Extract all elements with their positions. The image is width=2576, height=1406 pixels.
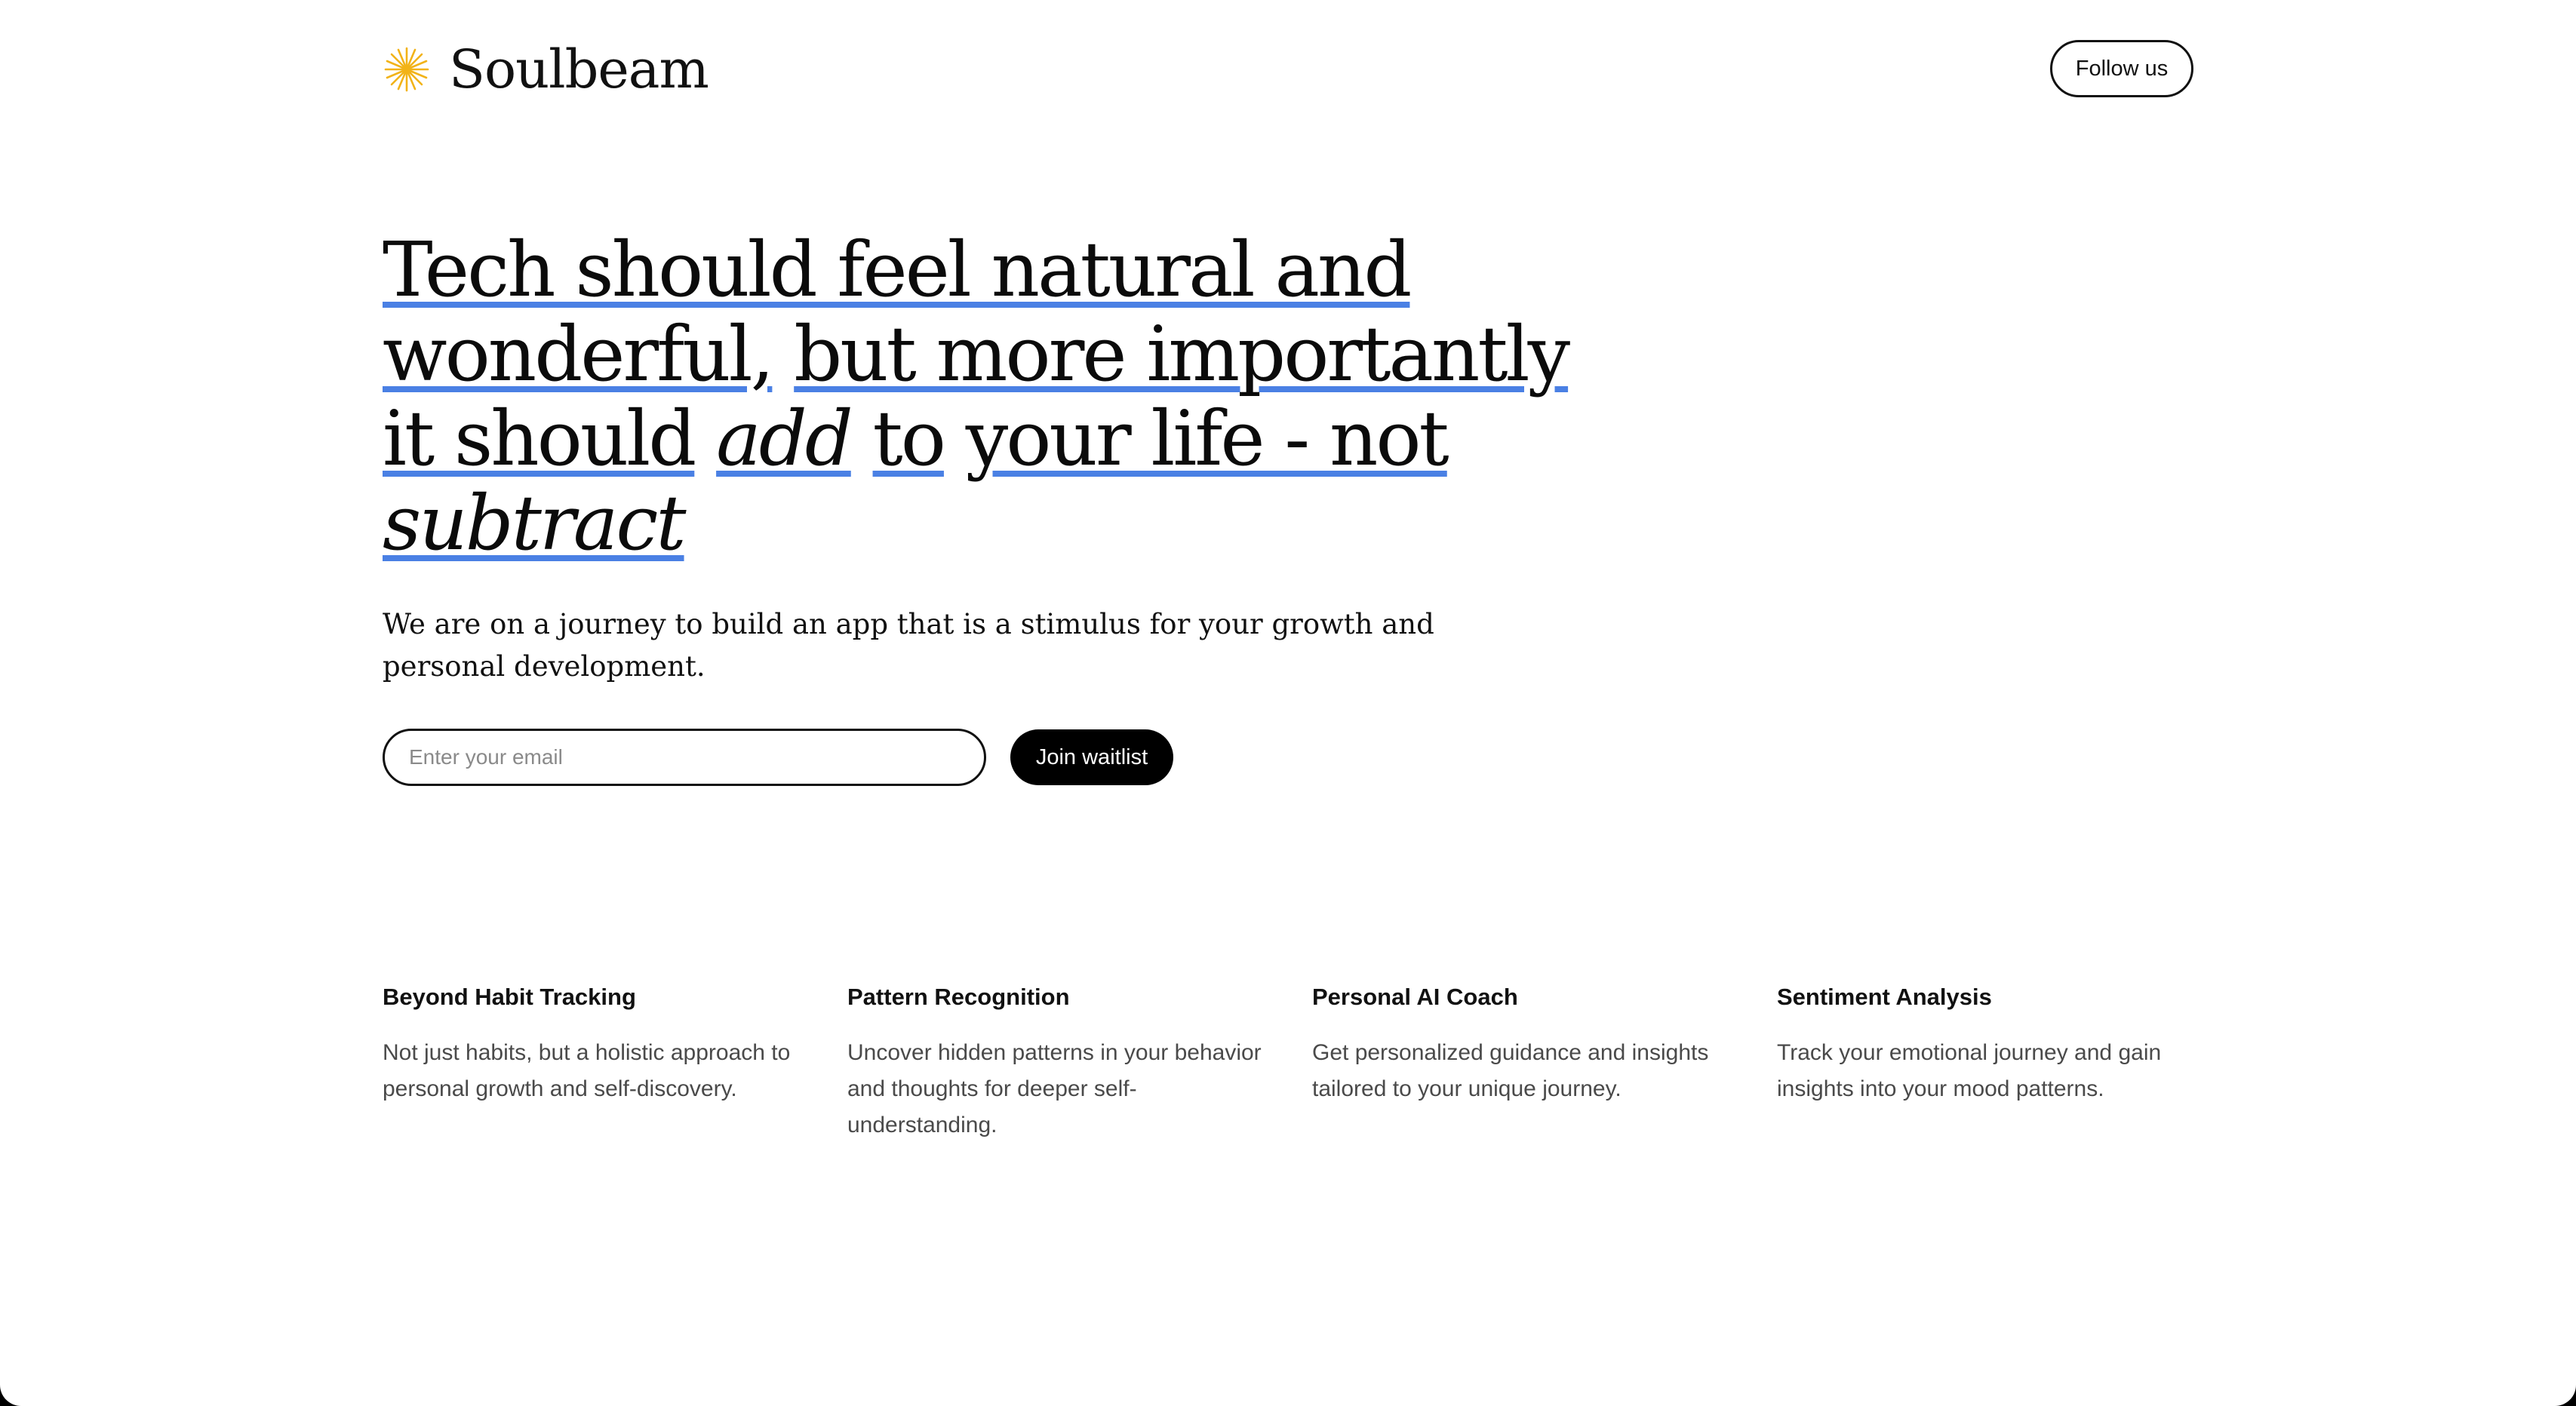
hero-title-emphasis-add: add xyxy=(716,394,853,483)
feature-card: Pattern Recognition Uncover hidden patte… xyxy=(847,981,1270,1144)
content-container: Soulbeam Follow us Tech should feel natu… xyxy=(383,0,2193,1406)
feature-description: Uncover hidden patterns in your behavior… xyxy=(847,1040,1262,1137)
hero-title: Tech should feel natural and wonderful, b… xyxy=(383,228,1605,566)
site-header: Soulbeam Follow us xyxy=(383,39,2193,100)
feature-title: Sentiment Analysis xyxy=(1777,984,1992,1010)
page: Soulbeam Follow us Tech should feel natu… xyxy=(0,0,2576,1406)
feature-card: Sentiment Analysis Track your emotional … xyxy=(1777,981,2199,1107)
hero-title-part: wonderful, xyxy=(383,310,774,398)
hero-title-part: to xyxy=(872,394,946,483)
features-section: Beyond Habit Tracking Not just habits, b… xyxy=(383,981,2193,1162)
feature-title: Personal AI Coach xyxy=(1312,984,1518,1010)
follow-us-button[interactable]: Follow us xyxy=(2050,40,2193,97)
hero-title-emphasis-subtract: subtract xyxy=(383,479,687,567)
hero-subtitle: We are on a journey to build an app that… xyxy=(383,608,1434,683)
email-input[interactable] xyxy=(383,729,986,786)
hero-title-part: subtract xyxy=(383,479,687,567)
feature-description: Not just habits, but a holistic approach… xyxy=(383,1040,791,1101)
join-waitlist-button[interactable]: Join waitlist xyxy=(1010,729,1173,785)
feature-description: Get personalized guidance and insights t… xyxy=(1312,1040,1709,1101)
feature-title: Beyond Habit Tracking xyxy=(383,984,636,1010)
feature-card: Personal AI Coach Get personalized guida… xyxy=(1312,981,1735,1107)
feature-title: Pattern Recognition xyxy=(847,984,1070,1010)
feature-description: Track your emotional journey and gain in… xyxy=(1777,1040,2162,1101)
sparkle-star-icon xyxy=(383,45,431,94)
feature-card: Beyond Habit Tracking Not just habits, b… xyxy=(383,981,805,1107)
hero-title-part: but more importantly xyxy=(794,310,1570,398)
hero-title-part: add xyxy=(716,394,853,483)
hero-title-part: it should xyxy=(383,394,696,483)
logo[interactable]: Soulbeam xyxy=(383,39,709,100)
brand-name: Soulbeam xyxy=(449,38,709,100)
hero-title-part: your life - not xyxy=(965,394,1449,483)
hero-title-part: Tech should feel natural and xyxy=(383,226,1412,314)
